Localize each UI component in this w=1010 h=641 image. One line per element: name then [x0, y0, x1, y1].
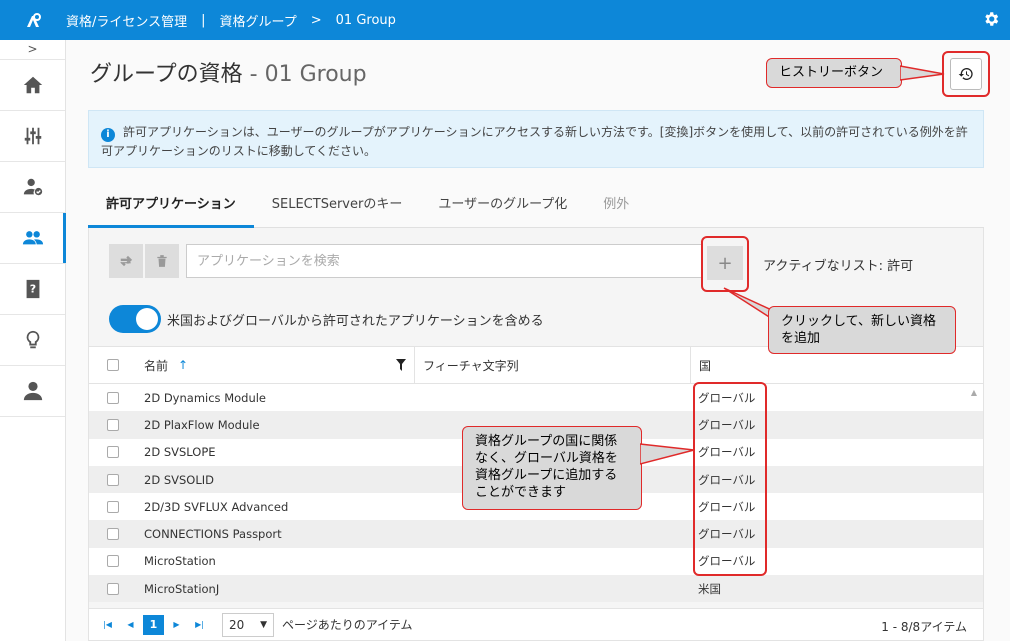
- row-checkbox[interactable]: [106, 391, 119, 404]
- top-bar: 資格/ライセンス管理 | 資格グループ > 01 Group: [0, 0, 1010, 40]
- item-range: 1 - 8/8アイテム: [881, 620, 967, 634]
- sidebar-item-home[interactable]: [0, 60, 65, 111]
- page-size-select[interactable]: 20 ▼: [222, 612, 274, 637]
- main-content: グループの資格 - 01 Group ヒストリーボタン i 許可アプリケーションは…: [66, 40, 1010, 641]
- sidebar-item-groups[interactable]: [0, 213, 66, 264]
- help-book-icon: ?: [26, 279, 39, 299]
- country-highlight: [693, 382, 767, 576]
- include-global-toggle[interactable]: [109, 305, 161, 333]
- row-checkbox[interactable]: [106, 582, 119, 595]
- convert-button[interactable]: [109, 244, 143, 278]
- gear-icon[interactable]: [982, 10, 1000, 28]
- tab-bar: 許可アプリケーション SELECTServerのキー ユーザーのグループ化 例外: [88, 190, 984, 228]
- row-checkbox[interactable]: [106, 500, 119, 513]
- pager: |◀ ◀ 1 ▶ ▶| 20 ▼ ページあたりのアイテム 1 - 8/8アイテム: [89, 608, 983, 640]
- users-icon: [22, 231, 43, 245]
- column-name-label: 名前: [144, 358, 169, 373]
- tab-selectserver-keys[interactable]: SELECTServerのキー: [254, 190, 421, 228]
- table-row[interactable]: MicroStation グローバル: [89, 547, 983, 576]
- lightbulb-icon: [26, 330, 39, 349]
- sidebar-item-help[interactable]: ?: [0, 264, 65, 315]
- sliders-icon: [24, 127, 41, 145]
- column-header-name[interactable]: 名前 ↑: [136, 357, 414, 374]
- breadcrumb-parent[interactable]: 資格グループ: [220, 11, 297, 30]
- active-list-label: アクティブなリスト: 許可: [763, 259, 914, 274]
- row-checkbox[interactable]: [106, 473, 119, 486]
- toggle-knob: [136, 308, 158, 330]
- row-checkbox[interactable]: [106, 446, 119, 459]
- table-row[interactable]: MicroStationJ 米国: [89, 575, 983, 603]
- row-name: MicroStation: [144, 554, 216, 569]
- add-annotation: クリックして、新しい資格を追加: [768, 306, 956, 354]
- breadcrumb-arrow: >: [310, 12, 322, 28]
- sort-ascending-icon: ↑: [178, 358, 189, 372]
- include-global-label: 米国およびグローバルから許可されたアプリケーションを含める: [167, 314, 544, 329]
- page-title-group: 01 Group: [264, 62, 367, 87]
- country-annotation-pointer: [640, 443, 695, 465]
- user-check-icon: [23, 178, 42, 196]
- row-name: MicroStationJ: [144, 581, 220, 596]
- tab-exceptions: 例外: [603, 197, 630, 212]
- tab-user-grouping[interactable]: ユーザーのグループ化: [420, 190, 585, 228]
- chevron-down-icon: ▼: [260, 619, 267, 630]
- sidebar-collapse-button[interactable]: >: [0, 40, 65, 60]
- select-all-cell: [89, 359, 136, 371]
- search-input[interactable]: [186, 244, 702, 278]
- row-name: CONNECTIONS Passport: [144, 527, 282, 542]
- history-annotation-pointer: [900, 65, 945, 81]
- per-page-label: ページあたりのアイテム: [282, 618, 413, 632]
- table-row[interactable]: 2D Dynamics Module グローバル: [89, 384, 983, 412]
- sidebar-item-settings[interactable]: [0, 111, 65, 162]
- svg-text:?: ?: [29, 283, 35, 296]
- filter-icon[interactable]: [396, 358, 406, 374]
- next-page-button[interactable]: ▶: [166, 615, 187, 635]
- row-checkbox[interactable]: [106, 418, 119, 431]
- user-icon: [23, 381, 42, 401]
- breadcrumb-current: 01 Group: [335, 12, 396, 28]
- page-title-text: グループの資格: [90, 62, 243, 87]
- row-checkbox[interactable]: [106, 555, 119, 568]
- scroll-up-arrow[interactable]: ▲: [971, 388, 977, 397]
- info-banner: i 許可アプリケーションは、ユーザーのグループがアプリケーションにアクセスする新し…: [88, 110, 984, 168]
- row-name: 2D Dynamics Module: [144, 390, 267, 405]
- sidebar-item-profile[interactable]: [0, 366, 65, 417]
- page-title-dash: -: [242, 62, 265, 87]
- row-checkbox[interactable]: [106, 528, 119, 541]
- select-all-checkbox[interactable]: [106, 359, 119, 371]
- delete-button[interactable]: [145, 244, 179, 278]
- page-title: グループの資格 - 01 Group: [90, 56, 367, 88]
- tab-allowed-applications[interactable]: 許可アプリケーション: [88, 190, 254, 228]
- convert-icon: [120, 255, 133, 267]
- page-size-value: 20: [229, 617, 245, 632]
- last-page-button[interactable]: ▶|: [189, 615, 210, 635]
- app-logo-icon[interactable]: [0, 0, 66, 40]
- info-text: 許可アプリケーションは、ユーザーのグループがアプリケーションにアクセスする新しい…: [101, 125, 968, 158]
- column-header-feature[interactable]: フィーチャ文字列: [414, 346, 690, 384]
- sidebar-item-user-check[interactable]: [0, 162, 65, 213]
- home-icon: [23, 76, 42, 94]
- row-country: 米国: [698, 581, 721, 596]
- info-icon: i: [101, 128, 115, 142]
- page-number-current[interactable]: 1: [143, 614, 164, 635]
- sidebar: > ?: [0, 40, 66, 641]
- country-annotation: 資格グループの国に関係なく、グローバル資格を資格グループに追加することができます: [462, 426, 642, 510]
- history-annotation: ヒストリーボタン: [766, 58, 902, 88]
- app-title[interactable]: 資格/ライセンス管理: [66, 11, 187, 30]
- history-highlight: [942, 51, 990, 97]
- prev-page-button[interactable]: ◀: [120, 615, 141, 635]
- breadcrumb-separator: |: [201, 12, 206, 28]
- table-row[interactable]: CONNECTIONS Passport グローバル: [89, 520, 983, 548]
- sidebar-item-ideas[interactable]: [0, 315, 65, 366]
- first-page-button[interactable]: |◀: [97, 615, 118, 635]
- trash-icon: [157, 255, 167, 267]
